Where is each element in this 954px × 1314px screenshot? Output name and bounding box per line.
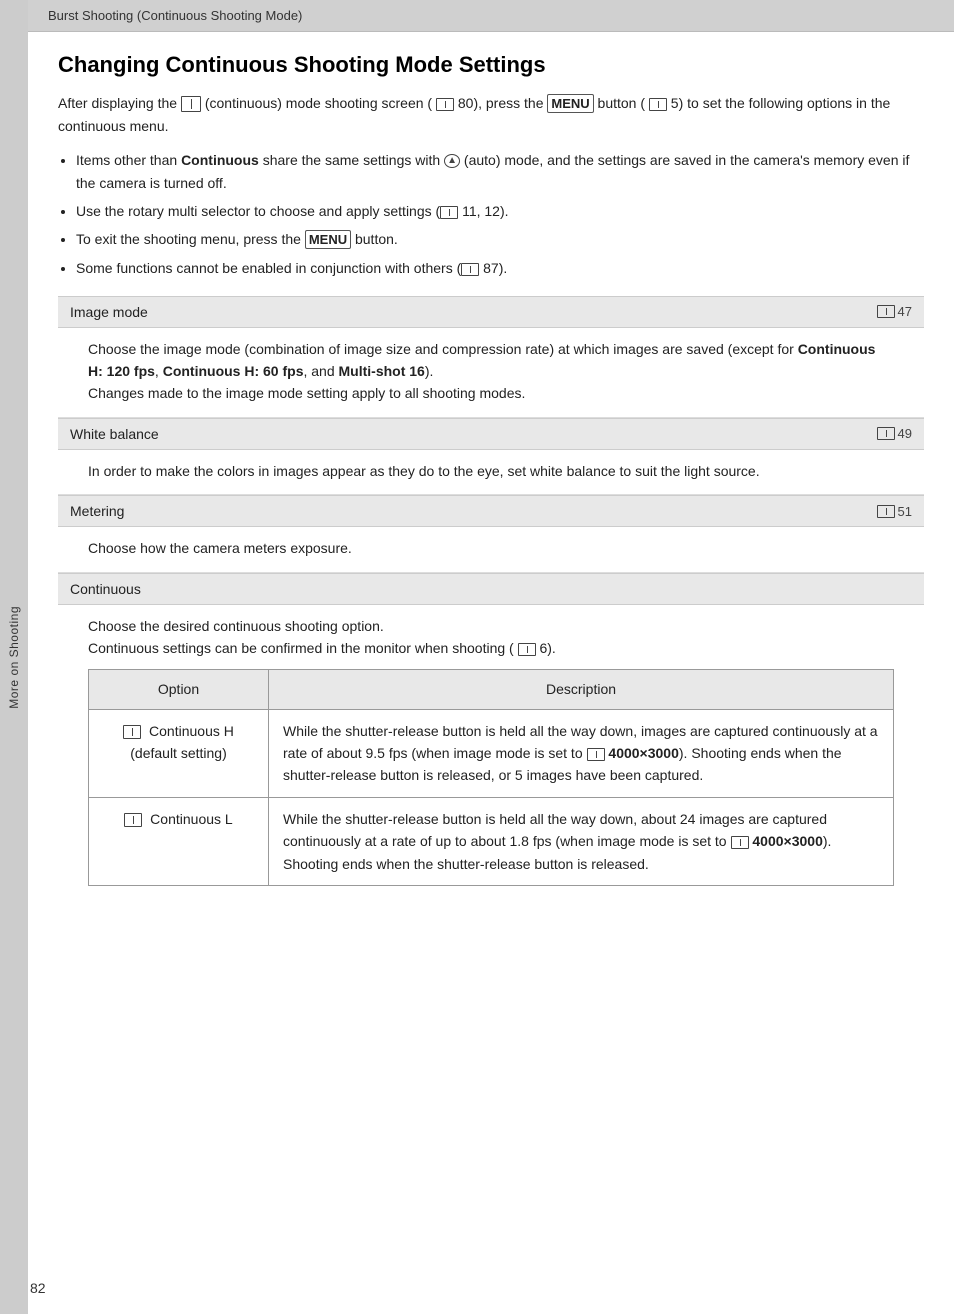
image-mode-title: Image mode: [70, 304, 148, 320]
table-header-description: Description: [269, 670, 894, 709]
img-size-icon-1: [587, 748, 605, 761]
bold-continuous: Continuous: [181, 152, 259, 168]
table-row-2: Continuous L While the shutter-release b…: [89, 797, 894, 885]
img-size-icon-2: [731, 836, 749, 849]
metering-ref: 51: [877, 504, 912, 519]
intro-paragraph: After displaying the (continuous) mode s…: [58, 92, 924, 137]
ref-icon-4: [461, 263, 479, 276]
table-option-2: Continuous L: [89, 797, 269, 885]
continuous-body-line2: Continuous settings can be confirmed in …: [88, 640, 556, 656]
metering-title: Metering: [70, 503, 124, 519]
side-tab: More on Shooting: [0, 0, 28, 1314]
main-content: Burst Shooting (Continuous Shooting Mode…: [28, 0, 954, 1314]
options-table: Option Description Continuous H(default …: [88, 669, 894, 886]
menu-key-2: MENU: [305, 230, 351, 249]
table-row-1: Continuous H(default setting) While the …: [89, 709, 894, 797]
list-item-3: To exit the shooting menu, press the MEN…: [76, 228, 924, 251]
list-item-1: Items other than Continuous share the sa…: [76, 149, 924, 194]
page-wrapper: More on Shooting Burst Shooting (Continu…: [0, 0, 954, 1314]
page-title: Changing Continuous Shooting Mode Settin…: [58, 52, 924, 78]
image-mode-body: Choose the image mode (combination of im…: [58, 328, 924, 418]
topbar-label: Burst Shooting (Continuous Shooting Mode…: [48, 8, 302, 23]
book-icon-3: [877, 505, 895, 518]
side-tab-label: More on Shooting: [7, 606, 21, 709]
cont-h-icon: [123, 725, 141, 739]
list-item-2: Use the rotary multi selector to choose …: [76, 200, 924, 222]
table-header-option: Option: [89, 670, 269, 709]
continuous-mode-icon: [181, 96, 201, 112]
metering-body: Choose how the camera meters exposure.: [58, 527, 924, 572]
auto-mode-icon: ▲: [444, 154, 460, 168]
continuous-title: Continuous: [70, 581, 141, 597]
img-size-bold-2: 4000×3000: [752, 833, 822, 849]
list-item-4: Some functions cannot be enabled in conj…: [76, 257, 924, 279]
bullet-list: Items other than Continuous share the sa…: [76, 149, 924, 279]
white-balance-body: In order to make the colors in images ap…: [58, 450, 924, 495]
ref-icon-3: [440, 206, 458, 219]
table-description-1: While the shutter-release button is held…: [269, 709, 894, 797]
table-description-2: While the shutter-release button is held…: [269, 797, 894, 885]
ref-icon-5: [518, 643, 536, 656]
page-number: 82: [30, 1280, 46, 1296]
menu-key-1: MENU: [547, 94, 593, 113]
bold-cont-h-60: Continuous H: 60 fps: [163, 363, 304, 379]
continuous-header: Continuous: [58, 573, 924, 605]
top-bar: Burst Shooting (Continuous Shooting Mode…: [28, 0, 954, 32]
image-mode-ref: 47: [877, 304, 912, 319]
ref-icon-1: [436, 98, 454, 111]
image-mode-header: Image mode 47: [58, 296, 924, 328]
content-area: Changing Continuous Shooting Mode Settin…: [28, 32, 954, 1314]
bold-multi-shot: Multi-shot 16: [339, 363, 425, 379]
book-icon-1: [877, 305, 895, 318]
cont-l-icon: [124, 813, 142, 827]
metering-header: Metering 51: [58, 495, 924, 527]
continuous-body-line1: Choose the desired continuous shooting o…: [88, 618, 384, 634]
book-icon-2: [877, 427, 895, 440]
ref-icon-2: [649, 98, 667, 111]
table-option-1: Continuous H(default setting): [89, 709, 269, 797]
img-size-bold-1: 4000×3000: [608, 745, 678, 761]
white-balance-title: White balance: [70, 426, 159, 442]
white-balance-header: White balance 49: [58, 418, 924, 450]
continuous-body: Choose the desired continuous shooting o…: [58, 605, 924, 901]
white-balance-ref: 49: [877, 426, 912, 441]
